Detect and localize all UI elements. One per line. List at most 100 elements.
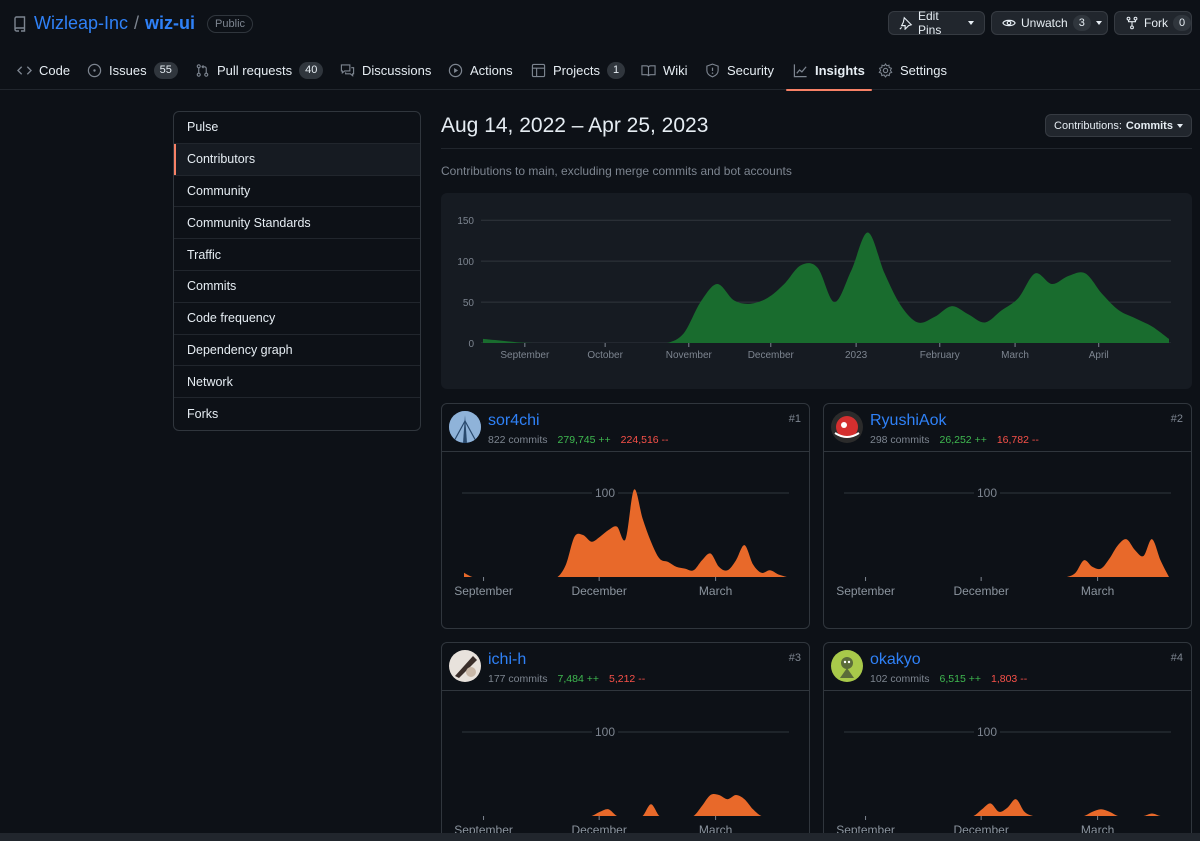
contributor-username-link[interactable]: ichi-h xyxy=(488,651,526,669)
side-item-commits[interactable]: Commits xyxy=(174,271,420,303)
x-tick-label: December xyxy=(953,584,1008,598)
y-tick-label: 150 xyxy=(457,216,474,227)
side-item-traffic[interactable]: Traffic xyxy=(174,239,420,271)
contributor-card-header: okakyo 102 commits 6,515 ++ 1,803 -- #4 xyxy=(824,643,1191,691)
avatar[interactable] xyxy=(831,650,863,682)
projects-count: 1 xyxy=(606,61,626,79)
side-item-forks[interactable]: Forks xyxy=(174,398,420,430)
contributor-stats: 298 commits 26,252 ++ 16,782 -- xyxy=(870,434,1039,446)
tab-discussions[interactable]: Discussions xyxy=(340,50,431,90)
contributor-stats: 177 commits 7,484 ++ 5,212 -- xyxy=(488,673,645,685)
insights-side-menu: Pulse Contributors Community Community S… xyxy=(173,111,421,431)
contributions-area[interactable] xyxy=(483,232,1169,344)
contributor-card: RyushiAok 298 commits 26,252 ++ 16,782 -… xyxy=(823,403,1192,629)
baseline-mask xyxy=(824,816,1191,822)
x-tick-label: November xyxy=(666,350,713,361)
contributor-username-link[interactable]: sor4chi xyxy=(488,412,540,430)
commit-count[interactable]: 298 commits xyxy=(870,434,930,446)
tab-insights-label: Insights xyxy=(815,62,865,78)
commit-count[interactable]: 177 commits xyxy=(488,673,548,685)
visibility-badge: Public xyxy=(207,14,254,33)
baseline-mask xyxy=(442,577,809,583)
x-tick-label: December xyxy=(748,350,795,361)
contrib-select-value: Commits xyxy=(1125,119,1173,132)
side-item-pulse[interactable]: Pulse xyxy=(174,112,420,144)
tab-projects[interactable]: Projects 1 xyxy=(531,50,626,90)
avatar[interactable] xyxy=(449,650,481,682)
contributions-chart[interactable]: 0 50 100 150 September October November Decembe… xyxy=(441,193,1192,389)
baseline-mask xyxy=(824,577,1191,583)
fork-button[interactable]: Fork 0 xyxy=(1114,11,1192,35)
contributor-username-link[interactable]: okakyo xyxy=(870,651,921,669)
contributor-username-link[interactable]: RyushiAok xyxy=(870,412,946,430)
y-tick-label: 100 xyxy=(977,486,997,500)
side-item-community[interactable]: Community xyxy=(174,176,420,208)
avatar[interactable] xyxy=(831,411,863,443)
commit-count[interactable]: 102 commits xyxy=(870,673,930,685)
pin-icon xyxy=(899,16,913,30)
contributions-type-select[interactable]: Contributions: Commits xyxy=(1045,114,1192,137)
book-icon xyxy=(641,63,656,78)
issues-count: 55 xyxy=(153,61,178,79)
eye-icon xyxy=(1002,16,1016,30)
contributor-commits-area[interactable] xyxy=(464,794,787,817)
repo-separator: / xyxy=(134,13,140,33)
tab-settings[interactable]: Settings xyxy=(878,50,947,90)
y-tick-label: 100 xyxy=(595,486,615,500)
repo-name-link[interactable]: wiz-ui xyxy=(145,13,195,34)
contributor-chart[interactable]: 100 September December March xyxy=(824,691,1191,841)
pull-requests-count: 40 xyxy=(299,61,324,79)
unwatch-button[interactable]: Unwatch 3 xyxy=(991,11,1108,35)
contributor-rank: #3 xyxy=(788,652,801,664)
contributor-rank: #2 xyxy=(1170,413,1183,425)
contributor-commits-area[interactable] xyxy=(846,799,1169,817)
side-item-dependency-graph[interactable]: Dependency graph xyxy=(174,335,420,367)
edit-pins-button[interactable]: Edit Pins xyxy=(888,9,985,37)
baseline-mask xyxy=(441,343,1192,349)
contributor-chart[interactable]: 100 September December March xyxy=(442,452,809,628)
tab-code[interactable]: Code xyxy=(17,50,70,90)
pull-request-icon xyxy=(195,63,210,78)
tab-issues[interactable]: Issues 55 xyxy=(87,50,178,90)
x-tick-label: December xyxy=(571,584,626,598)
contributor-card: sor4chi 822 commits 279,745 ++ 224,516 -… xyxy=(441,403,810,629)
chevron-down-icon xyxy=(1095,21,1102,25)
side-item-contributors[interactable]: Contributors xyxy=(174,143,420,176)
graph-icon xyxy=(793,63,808,78)
x-tick-label: October xyxy=(587,350,623,361)
x-tick-label: April xyxy=(1089,350,1109,361)
side-item-code-frequency[interactable]: Code frequency xyxy=(174,303,420,335)
fork-icon xyxy=(1125,16,1139,30)
watchers-count: 3 xyxy=(1072,15,1091,31)
tab-actions[interactable]: Actions xyxy=(448,50,513,90)
additions-count: 7,484 ++ xyxy=(557,673,599,685)
x-tick-label: March xyxy=(1081,584,1114,598)
repo-title: Wizleap-Inc / wiz-ui Public xyxy=(12,13,254,34)
contributor-commits-area[interactable] xyxy=(846,539,1169,578)
contributor-rank: #1 xyxy=(788,413,801,425)
side-item-network[interactable]: Network xyxy=(174,366,420,399)
contributor-commits-area[interactable] xyxy=(464,489,787,578)
commit-count[interactable]: 822 commits xyxy=(488,434,548,446)
contributor-chart[interactable]: 100 September December March xyxy=(442,691,809,841)
repo-owner-link[interactable]: Wizleap-Inc xyxy=(34,13,128,34)
tab-security-label: Security xyxy=(727,62,774,78)
contributions-subtitle: Contributions to main, excluding merge c… xyxy=(441,164,792,178)
x-tick-label: March xyxy=(699,584,732,598)
window-bottom-edge xyxy=(0,833,1200,841)
contributor-card: okakyo 102 commits 6,515 ++ 1,803 -- #4 … xyxy=(823,642,1192,841)
contributor-chart[interactable]: 100 September December March xyxy=(824,452,1191,628)
tab-projects-label: Projects xyxy=(553,62,600,78)
tab-security[interactable]: Security xyxy=(705,50,774,90)
y-tick-label: 50 xyxy=(463,298,475,309)
issue-icon xyxy=(87,63,102,78)
y-tick-label: 100 xyxy=(457,257,474,268)
tab-pull-requests[interactable]: Pull requests 40 xyxy=(195,50,324,90)
avatar[interactable] xyxy=(449,411,481,443)
side-item-community-standards[interactable]: Community Standards xyxy=(174,207,420,240)
tab-insights[interactable]: Insights xyxy=(786,50,872,91)
discussion-icon xyxy=(340,63,355,78)
tab-wiki[interactable]: Wiki xyxy=(641,50,688,90)
x-tick-label: September xyxy=(454,584,513,598)
deletions-count: 1,803 -- xyxy=(991,673,1028,685)
